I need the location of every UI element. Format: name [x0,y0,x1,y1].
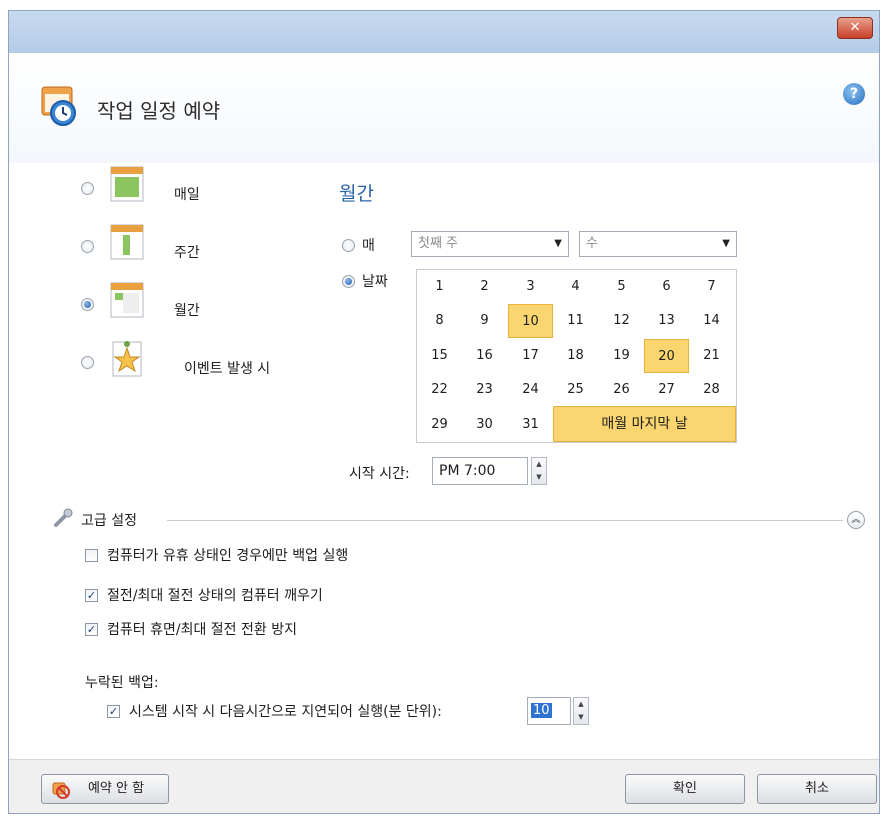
start-time-label: 시작 시간: [349,466,410,482]
schedule-weekly-radio[interactable] [81,240,94,253]
monthly-every-label: 매 [362,238,375,254]
advanced-settings-label[interactable]: 고급 설정 [81,510,137,530]
calendar-day-21[interactable]: 21 [689,339,734,373]
calendar-day-4[interactable]: 4 [553,270,598,304]
calendar-day-18[interactable]: 18 [553,339,598,373]
calendar-day-2[interactable]: 2 [462,270,507,304]
event-star-icon [112,341,142,377]
calendar-day-13[interactable]: 13 [644,304,689,338]
calendar-day-30[interactable]: 30 [462,408,507,442]
missed-backup-label: 누락된 백업: [85,675,159,691]
calendar-day-9[interactable]: 9 [462,304,507,338]
cancel-button[interactable]: 취소 [757,774,877,804]
schedule-calendar-icon [41,86,76,126]
day-of-month-grid: 매월 마지막 날 1 2 3 4 5 6 7 8 9 10 11 12 13 14 15 16 17 18 19 20… [416,269,737,443]
spin-down-icon[interactable]: ▼ [532,471,546,484]
prevent-sleep-checkbox[interactable]: ✓ [85,623,98,636]
calendar-day-19[interactable]: 19 [599,339,644,373]
schedule-event-radio[interactable] [81,356,94,369]
schedule-daily-radio[interactable] [81,182,94,195]
spin-down-icon[interactable]: ▼ [574,711,588,724]
calendar-day-24[interactable]: 24 [508,373,553,407]
monthly-date-label: 날짜 [362,274,388,290]
wrench-icon [54,508,73,527]
calendar-day-5[interactable]: 5 [599,270,644,304]
dialog-header: 작업 일정 예약 ? [9,53,879,163]
schedule-dialog: ✕ 작업 일정 예약 ? 매일 주간 월간 이벤트 발생 시 월간 매 첫째 주… [8,10,880,814]
schedule-event-label: 이벤트 발생 시 [184,361,271,377]
start-time-input[interactable]: PM 7:00 [432,457,528,485]
delay-start-checkbox[interactable]: ✓ [107,705,120,718]
idle-only-checkbox[interactable] [85,549,98,562]
delay-minutes-spinner[interactable]: ▲ ▼ [573,697,589,725]
schedule-daily-label: 매일 [174,187,200,203]
chevron-down-icon: ▼ [722,238,730,249]
collapse-icon[interactable]: ︽ [847,511,865,529]
calendar-day-28[interactable]: 28 [689,373,734,407]
calendar-day-22[interactable]: 22 [417,373,462,407]
calendar-day-10[interactable]: 10 [508,304,553,338]
monthly-calendar-icon [110,282,144,318]
no-schedule-button[interactable]: 예약 안 함 [41,774,169,804]
calendar-day-17[interactable]: 17 [508,339,553,373]
spin-up-icon[interactable]: ▲ [532,458,546,471]
calendar-day-16[interactable]: 16 [462,339,507,373]
delay-minutes-input[interactable]: 10 [527,697,571,725]
ok-button[interactable]: 확인 [625,774,745,804]
wake-computer-checkbox[interactable]: ✓ [85,589,98,602]
chevron-down-icon: ▼ [554,238,562,249]
calendar-day-27[interactable]: 27 [644,373,689,407]
advanced-divider [167,520,843,521]
calendar-day-29[interactable]: 29 [417,408,462,442]
calendar-day-11[interactable]: 11 [553,304,598,338]
delay-start-label: 시스템 시작 시 다음시간으로 지연되어 실행(분 단위): [129,704,442,720]
calendar-day-14[interactable]: 14 [689,304,734,338]
monthly-date-radio[interactable] [342,275,355,288]
calendar-day-15[interactable]: 15 [417,339,462,373]
calendar-day-25[interactable]: 25 [553,373,598,407]
schedule-monthly-label: 월간 [174,303,200,319]
schedule-weekly-label: 주간 [174,245,200,261]
calendar-day-20[interactable]: 20 [644,339,689,373]
help-icon[interactable]: ? [843,83,865,105]
page-title: 작업 일정 예약 [97,99,221,123]
title-bar: ✕ [9,11,879,54]
idle-only-label: 컴퓨터가 유휴 상태인 경우에만 백업 실행 [107,548,349,564]
week-ordinal-select[interactable]: 첫째 주 ▼ [411,231,569,257]
calendar-day-7[interactable]: 7 [689,270,734,304]
calendar-day-26[interactable]: 26 [599,373,644,407]
calendar-day-3[interactable]: 3 [508,270,553,304]
daily-calendar-icon [110,166,144,202]
calendar-day-1[interactable]: 1 [417,270,462,304]
schedule-monthly-radio[interactable] [81,298,94,311]
prevent-sleep-label: 컴퓨터 휴면/최대 절전 전환 방지 [107,622,297,638]
calendar-day-23[interactable]: 23 [462,373,507,407]
dialog-footer: 예약 안 함 확인 취소 [9,759,879,813]
calendar-day-12[interactable]: 12 [599,304,644,338]
wake-computer-label: 절전/최대 절전 상태의 컴퓨터 깨우기 [107,588,323,604]
last-day-of-month-cell[interactable]: 매월 마지막 날 [553,406,736,442]
start-time-spinner[interactable]: ▲ ▼ [531,457,547,485]
spin-up-icon[interactable]: ▲ [574,698,588,711]
calendar-day-6[interactable]: 6 [644,270,689,304]
weekly-calendar-icon [110,224,144,260]
calendar-day-8[interactable]: 8 [417,304,462,338]
calendar-day-31[interactable]: 31 [508,408,553,442]
weekday-select[interactable]: 수 ▼ [579,231,737,257]
monthly-every-radio[interactable] [342,239,355,252]
close-button[interactable]: ✕ [837,17,873,39]
monthly-section-title: 월간 [339,183,374,205]
no-schedule-icon [52,782,70,799]
